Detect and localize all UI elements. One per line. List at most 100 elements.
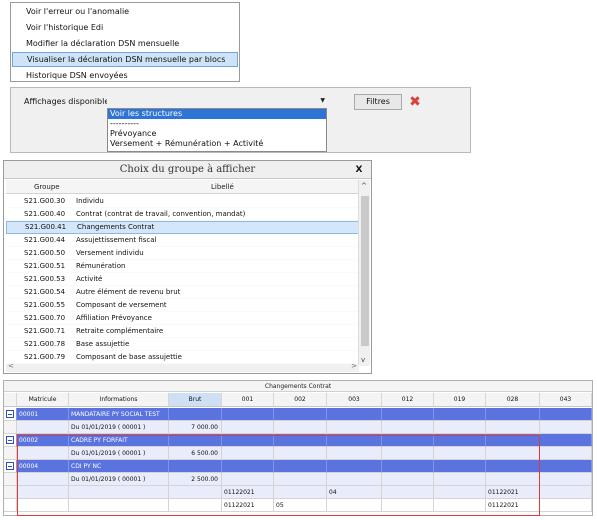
group-row[interactable]: S21.G00.50 Versement individu [6,247,359,260]
cell-003[interactable] [327,421,382,434]
cell-028[interactable]: 01122021 [486,499,540,512]
group-row[interactable]: S21.G00.41 Changements Contrat [6,221,359,234]
dropdown-option-prevoyance[interactable]: Prévoyance [108,129,326,139]
horizontal-scrollbar[interactable]: < > [6,362,359,372]
column-header-002[interactable]: 002 [274,393,327,407]
column-header-brut[interactable]: Brut [169,393,222,407]
cell-028[interactable] [486,434,540,447]
group-row[interactable]: S21.G00.44 Assujettissement fiscal [6,234,359,247]
chevron-right-icon[interactable]: > [351,362,357,370]
cell-001[interactable] [222,421,274,434]
cell-012[interactable] [382,434,434,447]
cell-matricule[interactable]: 00002 [17,434,69,447]
menu-item-historique-dsn[interactable]: Historique DSN envoyées [12,68,238,83]
cell-043[interactable] [540,499,592,512]
row-indicator[interactable] [4,408,17,421]
close-button[interactable]: X [350,163,368,177]
cell-informations[interactable]: CDI PY NC [69,460,169,473]
column-header-012[interactable]: 012 [382,393,434,407]
cell-brut[interactable] [169,408,222,421]
cell-043[interactable] [540,434,592,447]
cell-003[interactable] [327,473,382,486]
cell-002[interactable] [274,486,327,499]
cell-matricule[interactable] [17,486,69,499]
collapse-icon[interactable] [6,436,14,444]
menu-item-historique-edi[interactable]: Voir l'historique Edi [12,20,238,35]
cell-012[interactable] [382,473,434,486]
column-header-019[interactable]: 019 [434,393,486,407]
menu-item-voir-erreur[interactable]: Voir l'erreur ou l'anomalie [12,4,238,19]
group-row[interactable]: S21.G00.79 Composant de base assujettie [6,351,359,364]
cell-brut[interactable]: 7 000.00 [169,421,222,434]
cell-019[interactable] [434,408,486,421]
cell-012[interactable] [382,447,434,460]
cell-informations[interactable]: Du 01/01/2019 ( 00001 ) [69,447,169,460]
red-x-icon[interactable]: ✖ [406,94,424,110]
cell-028[interactable] [486,408,540,421]
cell-matricule[interactable]: 00004 [17,460,69,473]
cell-012[interactable] [382,408,434,421]
cell-001[interactable]: 01122021 [222,499,274,512]
column-header-001[interactable]: 001 [222,393,274,407]
cell-001[interactable]: 01122021 [222,486,274,499]
cell-matricule[interactable] [17,447,69,460]
cell-brut[interactable]: 2 500.00 [169,473,222,486]
dropdown-option-versement[interactable]: Versement + Rémunération + Activité [108,139,326,149]
cell-brut[interactable] [169,460,222,473]
cell-001[interactable] [222,434,274,447]
filtres-button[interactable]: Filtres [354,94,402,110]
cell-028[interactable] [486,473,540,486]
cell-informations[interactable]: Du 01/01/2019 ( 00001 ) [69,421,169,434]
group-row[interactable]: S21.G00.53 Activité [6,273,359,286]
cell-informations[interactable] [69,486,169,499]
cell-012[interactable] [382,499,434,512]
column-header-libelle[interactable]: Libellé [211,183,234,191]
cell-003[interactable] [327,408,382,421]
collapse-icon[interactable] [6,462,14,470]
cell-012[interactable] [382,486,434,499]
cell-003[interactable] [327,447,382,460]
cell-001[interactable] [222,447,274,460]
cell-019[interactable] [434,499,486,512]
cell-informations[interactable] [69,499,169,512]
cell-043[interactable] [540,421,592,434]
scrollbar-thumb[interactable] [361,196,369,346]
cell-001[interactable] [222,473,274,486]
column-header-028[interactable]: 028 [486,393,540,407]
cell-012[interactable] [382,421,434,434]
cell-brut[interactable]: 6 500.00 [169,447,222,460]
cell-019[interactable] [434,447,486,460]
cell-019[interactable] [434,473,486,486]
chevron-up-icon[interactable]: ^ [361,182,367,190]
cell-matricule[interactable]: 00001 [17,408,69,421]
cell-informations[interactable]: MANDATAIRE PY SOCIAL TEST [69,408,169,421]
chevron-down-icon[interactable]: v [361,356,365,364]
cell-002[interactable] [274,421,327,434]
group-row[interactable]: S21.G00.70 Affiliation Prévoyance [6,312,359,325]
cell-028[interactable] [486,460,540,473]
column-header-groupe[interactable]: Groupe [34,183,60,191]
cell-001[interactable] [222,408,274,421]
column-header-043[interactable]: 043 [540,393,592,407]
group-row[interactable]: S21.G00.78 Base assujettie [6,338,359,351]
cell-002[interactable] [274,447,327,460]
cell-028[interactable] [486,421,540,434]
cell-028[interactable]: 01122021 [486,486,540,499]
cell-012[interactable] [382,460,434,473]
chevron-left-icon[interactable]: < [8,362,14,370]
cell-043[interactable] [540,447,592,460]
cell-003[interactable] [327,499,382,512]
menu-item-modifier-dsn[interactable]: Modifier la déclaration DSN mensuelle [12,36,238,51]
cell-matricule[interactable] [17,499,69,512]
cell-002[interactable] [274,408,327,421]
row-indicator[interactable] [4,434,17,447]
cell-001[interactable] [222,460,274,473]
group-row[interactable]: S21.G00.54 Autre élément de revenu brut [6,286,359,299]
cell-brut[interactable] [169,434,222,447]
column-header-matricule[interactable]: Matricule [17,393,69,407]
cell-002[interactable] [274,434,327,447]
cell-003[interactable] [327,434,382,447]
cell-003[interactable] [327,460,382,473]
cell-019[interactable] [434,434,486,447]
cell-brut[interactable] [169,486,222,499]
